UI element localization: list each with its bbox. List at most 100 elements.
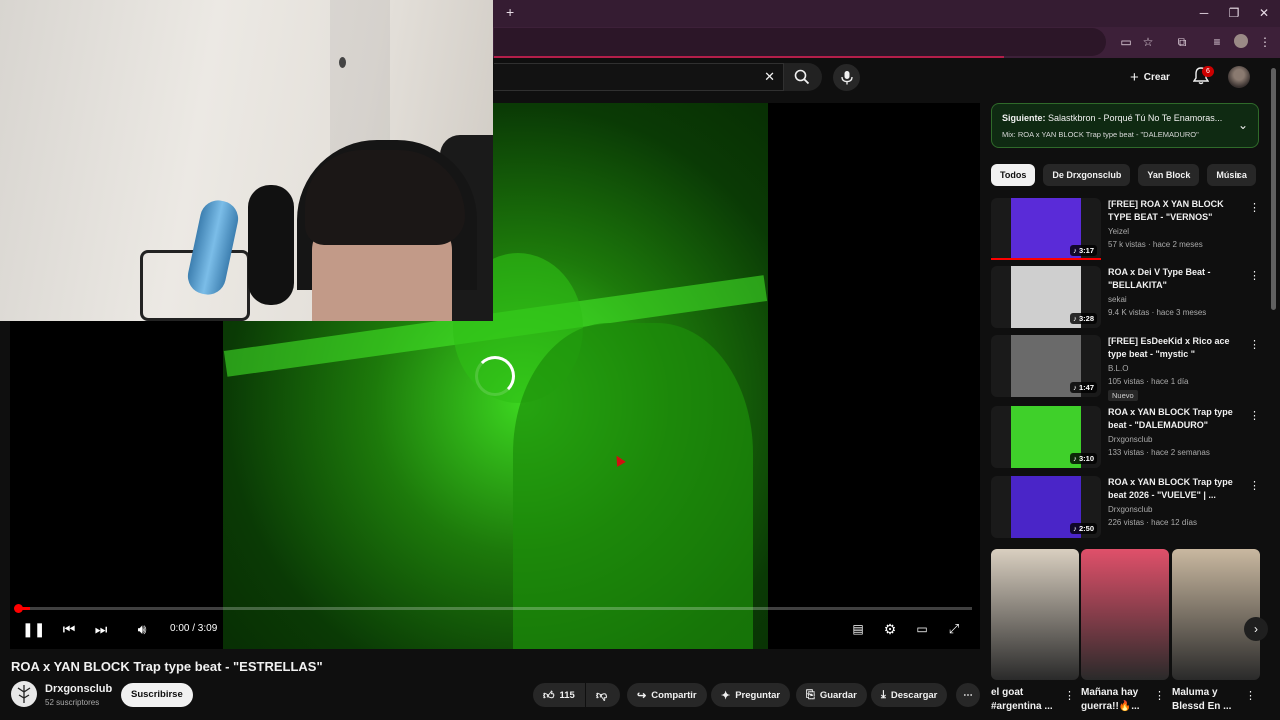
- recommendation-channel[interactable]: Drxgonsclub: [1108, 435, 1152, 444]
- recommendation-item[interactable]: ♪ 1:47 [FREE] EsDeeKid x Rico ace type be…: [991, 335, 1261, 401]
- extensions-icon[interactable]: ⧉: [1173, 34, 1191, 50]
- minimize-button[interactable]: ─: [1194, 5, 1214, 21]
- shorts-next-chevron-icon[interactable]: ›: [1244, 617, 1268, 641]
- address-bar[interactable]: [494, 28, 1106, 56]
- video-thumbnail[interactable]: ♪ 2:50: [991, 476, 1101, 538]
- miniplayer-icon[interactable]: ▭: [911, 620, 933, 638]
- share-icon: ↪: [637, 689, 647, 702]
- thumbs-up-icon: 👍︎: [543, 689, 555, 702]
- short-thumbnail[interactable]: [991, 549, 1079, 680]
- up-next-title: Siguiente: Salastkbron - Porqué Tú No Te…: [1002, 113, 1222, 123]
- browser-menu-icon[interactable]: ⋮: [1256, 34, 1274, 50]
- previous-icon[interactable]: ⏮: [58, 620, 80, 638]
- chevron-right-icon[interactable]: ›: [1236, 168, 1240, 182]
- sparkle-icon: ✦: [721, 689, 731, 702]
- settings-gear-icon[interactable]: ⚙: [879, 620, 901, 638]
- volume-icon[interactable]: 🔊︎: [131, 620, 153, 638]
- share-label: Compartir: [651, 689, 697, 701]
- recommendation-channel[interactable]: sekai: [1108, 295, 1127, 304]
- short-menu-icon[interactable]: ⋮: [1245, 689, 1256, 702]
- more-options-icon[interactable]: ⋮: [1249, 269, 1260, 282]
- subtitles-icon[interactable]: ▤: [847, 620, 869, 638]
- recommendation-channel[interactable]: B.L.O: [1108, 364, 1128, 373]
- voice-search-button[interactable]: [833, 64, 860, 91]
- video-thumbnail[interactable]: ♪ 3:28: [991, 266, 1101, 328]
- video-thumbnail[interactable]: ♪ 1:47: [991, 335, 1101, 397]
- pause-icon[interactable]: ❚❚: [22, 620, 45, 638]
- recommendation-item[interactable]: ♪ 3:17 [FREE] ROA X YAN BLOCK TYPE BEAT -…: [991, 198, 1261, 262]
- fullscreen-icon[interactable]: ⤢: [943, 620, 965, 638]
- more-options-icon[interactable]: ⋮: [1249, 201, 1260, 214]
- short-title[interactable]: el goat #argentina ...: [991, 686, 1063, 714]
- shorts-shelf: el goat #argentina ... ⋮ Mañana hay guer…: [991, 549, 1261, 720]
- short-title[interactable]: Mañana hay guerra!!🔥...: [1081, 686, 1153, 714]
- channel-subscribers: 52 suscriptores: [45, 698, 100, 707]
- search-input[interactable]: ✕: [494, 63, 784, 91]
- video-thumbnail[interactable]: ♪ 3:10: [991, 406, 1101, 468]
- page-scrollbar[interactable]: [1271, 68, 1276, 310]
- ask-label: Preguntar: [735, 689, 781, 701]
- up-next-prefix: Siguiente:: [1002, 113, 1046, 123]
- video-title: ROA x YAN BLOCK Trap type beat - "ESTREL…: [11, 659, 323, 674]
- microphone-black: [248, 185, 294, 305]
- recommendation-title[interactable]: ROA x Dei V Type Beat - "BELLAKITA": [1108, 266, 1248, 292]
- thumbs-down-icon: 👎︎: [596, 689, 608, 702]
- short-menu-icon[interactable]: ⋮: [1064, 689, 1075, 702]
- channel-avatar[interactable]: [11, 681, 37, 707]
- recommendation-item[interactable]: ♪ 3:10 ROA x YAN BLOCK Trap type beat - "…: [991, 406, 1261, 470]
- recommendation-title[interactable]: ROA x YAN BLOCK Trap type beat 2026 - "V…: [1108, 476, 1248, 502]
- next-icon[interactable]: ⏭: [90, 620, 112, 638]
- recommendation-channel[interactable]: Yeizel: [1108, 227, 1129, 236]
- create-button[interactable]: + Crear: [1122, 65, 1178, 89]
- short-thumbnail[interactable]: [1172, 549, 1260, 680]
- duration-badge: ♪ 2:50: [1070, 523, 1097, 534]
- close-window-button[interactable]: ✕: [1254, 5, 1274, 21]
- recommendation-channel[interactable]: Drxgonsclub: [1108, 505, 1152, 514]
- more-options-icon[interactable]: ⋮: [1249, 338, 1260, 351]
- more-options-icon[interactable]: ⋮: [1249, 479, 1260, 492]
- save-button[interactable]: ⎘ Guardar: [796, 683, 867, 707]
- filter-chips: Todos De Drxgonsclub Yan Block Música: [991, 164, 1256, 186]
- recommendation-title[interactable]: [FREE] EsDeeKid x Rico ace type beat - "…: [1108, 335, 1248, 361]
- like-button[interactable]: 👍︎ 115: [533, 683, 585, 707]
- up-next-panel[interactable]: Siguiente: Salastkbron - Porqué Tú No Te…: [991, 103, 1259, 148]
- microphone-icon: [840, 70, 853, 84]
- cast-icon[interactable]: ▭: [1117, 34, 1135, 50]
- chevron-down-icon[interactable]: ⌄: [1238, 118, 1248, 132]
- chip-musica[interactable]: Música: [1207, 164, 1256, 186]
- recommendation-title[interactable]: [FREE] ROA X YAN BLOCK TYPE BEAT - "VERN…: [1108, 198, 1248, 224]
- bookmark-star-icon[interactable]: ☆: [1139, 34, 1157, 50]
- clear-search-icon[interactable]: ✕: [764, 69, 775, 85]
- recommendation-item[interactable]: ♪ 2:50 ROA x YAN BLOCK Trap type beat 202…: [991, 476, 1261, 540]
- new-tab-button[interactable]: +: [506, 4, 514, 20]
- watched-progress-bar: [991, 258, 1101, 260]
- more-actions-button[interactable]: ⋯: [956, 683, 980, 707]
- channel-name[interactable]: Drxgonsclub: [45, 683, 112, 695]
- search-button[interactable]: [784, 63, 822, 91]
- share-button[interactable]: ↪ Compartir: [627, 683, 707, 707]
- recommendation-meta: 9.4 K vistas · hace 3 meses: [1108, 308, 1207, 317]
- short-title[interactable]: Maluma y Blessd En ...: [1172, 686, 1244, 714]
- up-next-video-title: Salastkbron - Porqué Tú No Te Enamoras..…: [1048, 113, 1223, 123]
- recommendation-item[interactable]: ♪ 3:28 ROA x Dei V Type Beat - "BELLAKITA…: [991, 266, 1261, 330]
- chip-de-drxgonsclub[interactable]: De Drxgonsclub: [1043, 164, 1131, 186]
- progress-scrubber[interactable]: [14, 604, 23, 613]
- restore-button[interactable]: ❐: [1224, 5, 1244, 21]
- short-menu-icon[interactable]: ⋮: [1154, 689, 1165, 702]
- chip-todos[interactable]: Todos: [991, 164, 1036, 186]
- ask-button[interactable]: ✦ Preguntar: [711, 683, 791, 707]
- short-thumbnail[interactable]: [1081, 549, 1169, 680]
- user-avatar[interactable]: [1228, 66, 1250, 88]
- video-thumbnail[interactable]: ♪ 3:17: [991, 198, 1101, 260]
- profile-icon[interactable]: [1232, 34, 1250, 50]
- subscribe-button[interactable]: Suscribirse: [121, 683, 193, 707]
- dislike-button[interactable]: 👎︎: [586, 683, 620, 707]
- recommendation-title[interactable]: ROA x YAN BLOCK Trap type beat - "DALEMA…: [1108, 406, 1248, 432]
- chip-yan-block[interactable]: Yan Block: [1138, 164, 1200, 186]
- media-control-icon[interactable]: ≡: [1208, 34, 1226, 50]
- recommendation-meta: 226 vistas · hace 12 días: [1108, 518, 1197, 527]
- download-label: Descargar: [890, 689, 938, 701]
- progress-bar[interactable]: [18, 607, 972, 610]
- download-button[interactable]: ⤓ Descargar: [871, 683, 948, 707]
- more-options-icon[interactable]: ⋮: [1249, 409, 1260, 422]
